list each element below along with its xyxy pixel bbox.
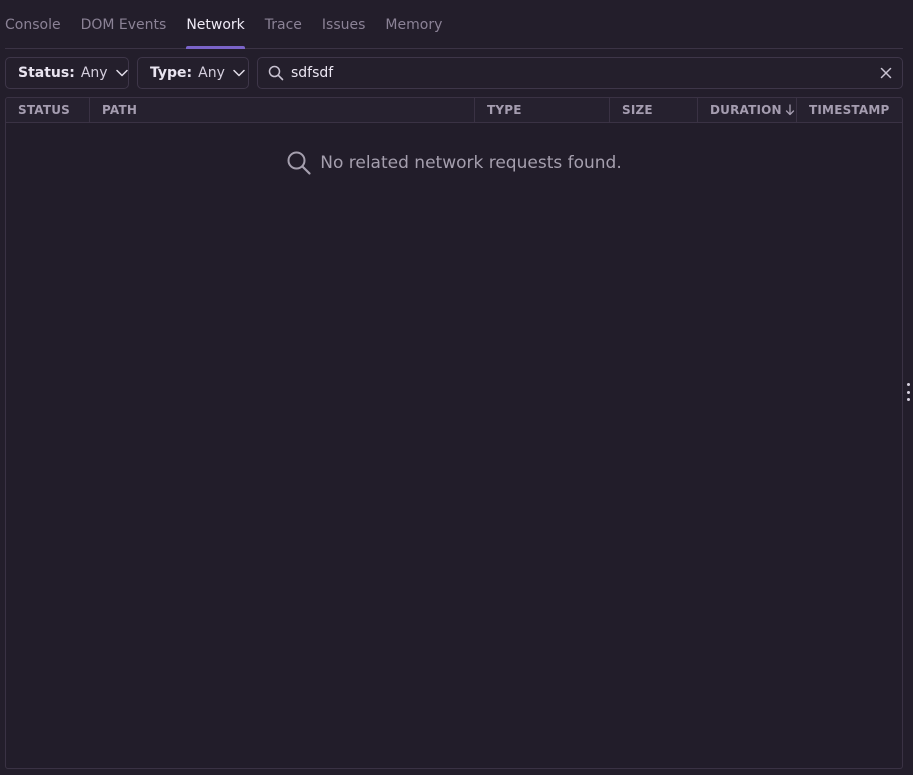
column-header-duration[interactable]: DURATION (698, 98, 797, 122)
chevron-down-icon (233, 69, 245, 77)
table-header: STATUS PATH TYPE SIZE DURATION TIMESTAMP (6, 98, 902, 123)
status-filter-value: Any (80, 65, 108, 81)
empty-state-message: No related network requests found. (320, 153, 622, 173)
empty-state: No related network requests found. (6, 150, 902, 176)
tab-issues[interactable]: Issues (322, 0, 366, 48)
close-icon[interactable] (880, 67, 892, 79)
handle-dot (906, 390, 910, 394)
arrow-down-icon (785, 104, 795, 116)
chevron-down-icon (115, 69, 128, 77)
tab-trace[interactable]: Trace (265, 0, 302, 48)
search-box (257, 57, 903, 89)
tab-console[interactable]: Console (5, 0, 61, 48)
search-icon (268, 65, 284, 81)
tab-network[interactable]: Network (186, 0, 246, 49)
tab-memory[interactable]: Memory (385, 0, 442, 48)
column-header-type[interactable]: TYPE (475, 98, 610, 122)
column-header-size[interactable]: SIZE (610, 98, 698, 122)
tab-bar: Console DOM Events Network Trace Issues … (5, 0, 903, 49)
status-filter-label: Status: (18, 65, 75, 81)
resize-handle[interactable] (905, 383, 911, 401)
column-header-timestamp[interactable]: TIMESTAMP (797, 98, 902, 122)
type-filter-value: Any (198, 65, 225, 81)
status-filter-dropdown[interactable]: Status: Any (5, 57, 129, 89)
handle-dot (906, 398, 910, 401)
filter-bar: Status: Any Type: Any (5, 57, 903, 89)
search-input[interactable] (291, 59, 874, 87)
replay-devtools-panel: Console DOM Events Network Trace Issues … (0, 0, 913, 775)
handle-dot (906, 383, 910, 386)
search-icon (286, 150, 312, 176)
type-filter-label: Type: (150, 65, 193, 81)
column-header-status[interactable]: STATUS (6, 98, 90, 122)
column-header-path[interactable]: PATH (90, 98, 475, 122)
tab-dom-events[interactable]: DOM Events (81, 0, 167, 48)
type-filter-dropdown[interactable]: Type: Any (137, 57, 249, 89)
network-table: STATUS PATH TYPE SIZE DURATION TIMESTAMP (5, 97, 903, 769)
